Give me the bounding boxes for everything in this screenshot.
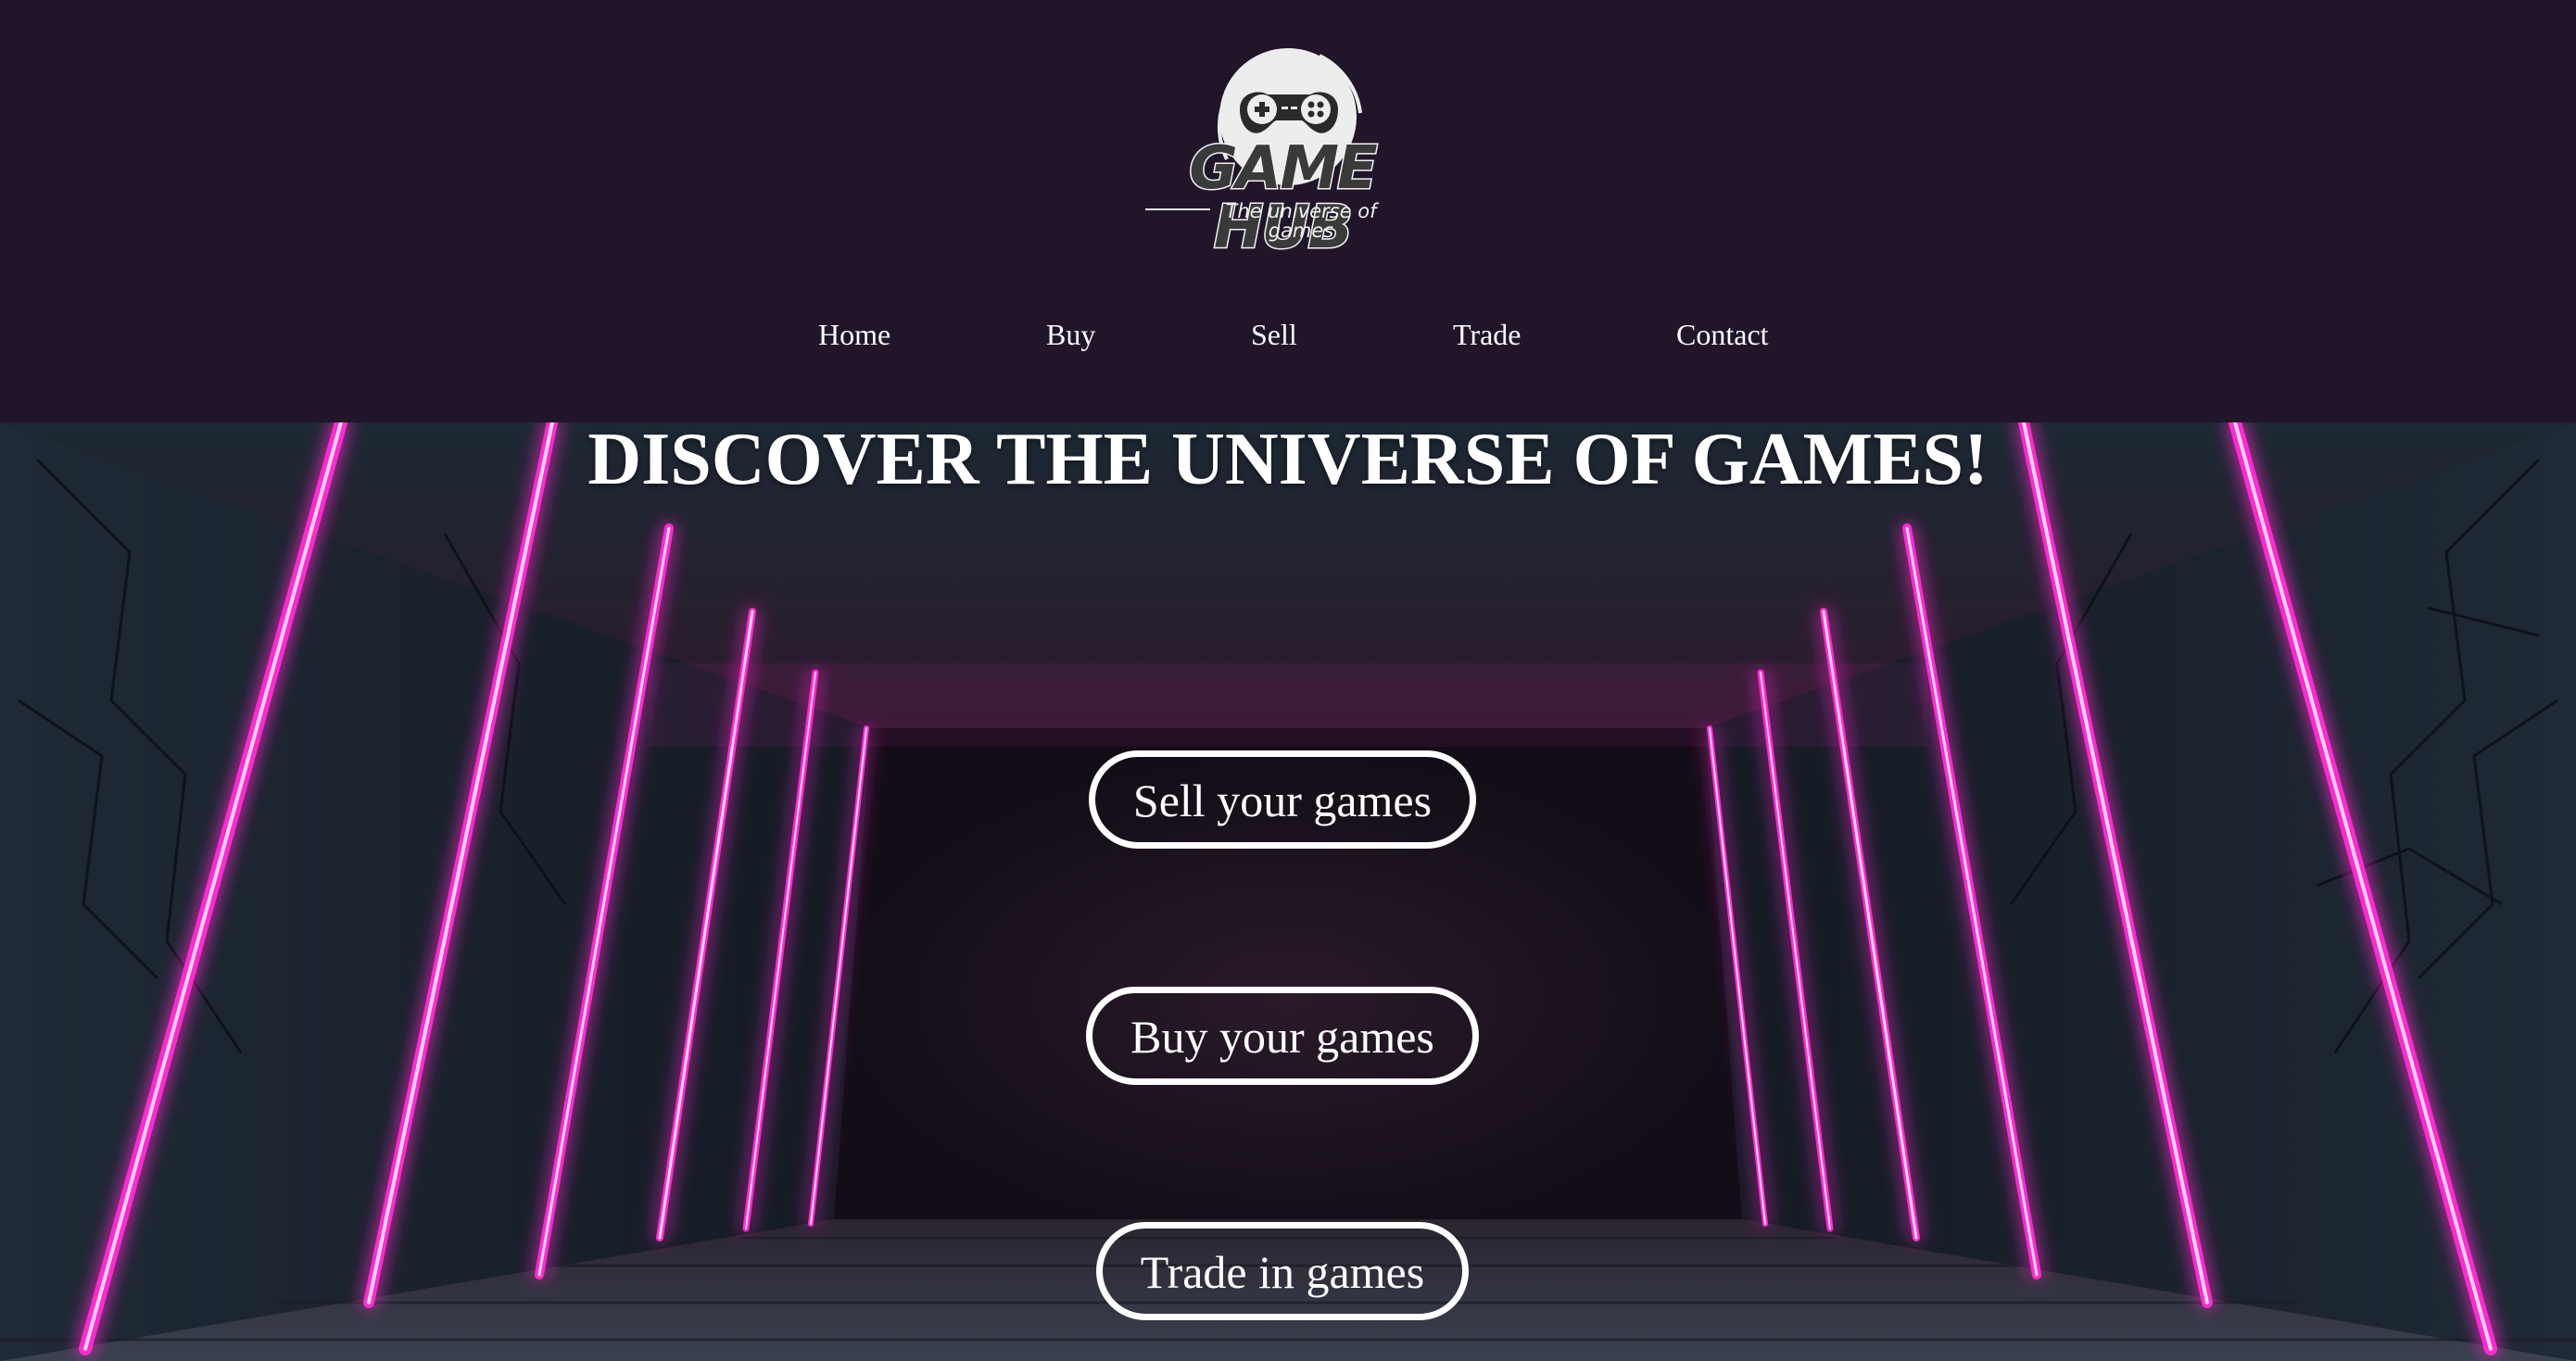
nav-trade[interactable]: Trade [1453,313,1521,356]
game-hub-logo[interactable]: GAME HUB The universe of games [1138,48,1434,259]
main-nav: Home Buy Sell Trade Contact [0,313,2576,356]
buy-games-button[interactable]: Buy your games [1086,987,1479,1085]
hero-section: DISCOVER THE UNIVERSE OF GAMES! Sell you… [0,422,2576,1361]
page: GAME HUB The universe of games Home Buy … [0,0,2576,1361]
site-header: GAME HUB The universe of games Home Buy … [0,0,2576,422]
brand-tagline: The universe of games [1225,200,1377,242]
hero-headline: DISCOVER THE UNIVERSE OF GAMES! [587,422,1989,500]
nav-sell[interactable]: Sell [1251,313,1297,356]
trade-games-button[interactable]: Trade in games [1096,1222,1469,1320]
sell-games-button[interactable]: Sell your games [1089,750,1476,849]
nav-buy[interactable]: Buy [1046,313,1095,356]
nav-contact[interactable]: Contact [1676,313,1769,356]
nav-home[interactable]: Home [818,313,890,356]
neon-tunnel-background [0,422,2576,1361]
